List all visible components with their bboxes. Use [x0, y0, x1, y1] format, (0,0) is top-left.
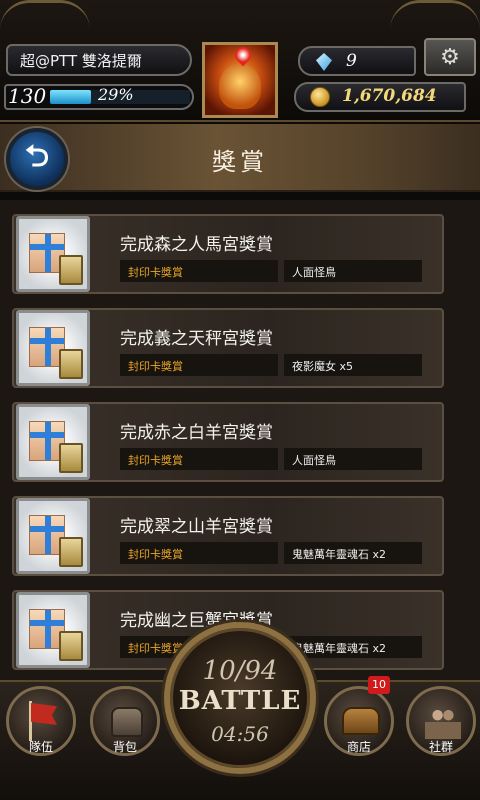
coin-icon [310, 87, 330, 107]
reward-thumbnail [16, 404, 90, 480]
reward-list[interactable]: 完成森之人馬宮獎賞 封印卡獎賞 人面怪鳥 完成義之天秤宮獎賞 封印卡獎賞 夜影魔… [0, 200, 480, 680]
seal-card-icon [59, 631, 83, 661]
reward-row[interactable]: 完成翠之山羊宮獎賞 封印卡獎賞 鬼魅萬年靈魂石 x2 [12, 496, 444, 576]
player-avatar[interactable] [202, 42, 278, 118]
reward-type: 封印卡獎賞 [120, 260, 278, 282]
reward-name: 完成翠之山羊宮獎賞 [120, 517, 273, 537]
flag-icon [31, 703, 57, 725]
coin-count: 1,670,684 [342, 86, 437, 106]
hud-ornament-right [390, 0, 480, 30]
community-label: 社群 [428, 740, 453, 754]
top-hud: 超@PTT 雙洛提爾 130 29% 9 ⚙ 1,670,684 [0, 0, 480, 122]
shop-badge: 10 [368, 676, 390, 694]
gears-icon: ⚙ [440, 44, 460, 70]
battle-count: 10/94 [202, 656, 278, 686]
battle-button[interactable]: 10/94 BATTLE 04:56 [164, 622, 316, 774]
seal-card-icon [59, 537, 83, 567]
gem-count: 9 [346, 51, 357, 71]
bag-label: 背包 [112, 740, 137, 754]
settings-button[interactable]: ⚙ [424, 38, 476, 76]
page-title: 獎賞 [212, 148, 268, 176]
reward-name: 完成赤之白羊宮獎賞 [120, 423, 273, 443]
reward-item: 人面怪鳥 [284, 448, 422, 470]
reward-thumbnail [16, 498, 90, 574]
coin-counter: 1,670,684 [294, 82, 466, 112]
reward-thumbnail [16, 592, 90, 668]
gem-counter: 9 [298, 46, 416, 76]
reward-item: 夜影魔女 x5 [284, 354, 422, 376]
reward-item: 鬼魅萬年靈魂石 x2 [284, 542, 422, 564]
reward-row[interactable]: 完成赤之白羊宮獎賞 封印卡獎賞 人面怪鳥 [12, 402, 444, 482]
reward-type: 封印卡獎賞 [120, 448, 278, 470]
level-exp-panel: 130 29% [4, 84, 194, 110]
exp-percent: 29% [98, 85, 134, 104]
treasure-chest-icon [342, 707, 380, 735]
reward-row[interactable]: 完成森之人馬宮獎賞 封印卡獎賞 人面怪鳥 [12, 214, 444, 294]
bag-icon [111, 707, 143, 737]
lion-face-icon [219, 63, 261, 109]
reward-item: 人面怪鳥 [284, 260, 422, 282]
reward-thumbnail [16, 216, 90, 292]
exp-bar-fill [50, 90, 91, 104]
reward-type: 封印卡獎賞 [120, 542, 278, 564]
reward-type: 封印卡獎賞 [120, 354, 278, 376]
reward-name: 完成森之人馬宮獎賞 [120, 235, 273, 255]
reward-item: 鬼魅萬年靈魂石 x2 [284, 636, 422, 658]
reward-row[interactable]: 完成義之天秤宮獎賞 封印卡獎賞 夜影魔女 x5 [12, 308, 444, 388]
player-name: 超@PTT 雙洛提爾 [6, 44, 192, 76]
gem-icon [316, 53, 332, 71]
seal-card-icon [59, 349, 83, 379]
reward-name: 完成義之天秤宮獎賞 [120, 329, 273, 349]
reward-thumbnail [16, 310, 90, 386]
battle-label: BATTLE [178, 686, 302, 716]
hud-ornament-left [0, 0, 90, 30]
shop-label: 商店 [346, 740, 371, 754]
seal-card-icon [59, 443, 83, 473]
battle-timer: 04:56 [211, 722, 269, 746]
people-icon [425, 705, 461, 739]
team-label: 隊伍 [28, 740, 53, 754]
seal-card-icon [59, 255, 83, 285]
player-level: 130 [8, 84, 47, 108]
